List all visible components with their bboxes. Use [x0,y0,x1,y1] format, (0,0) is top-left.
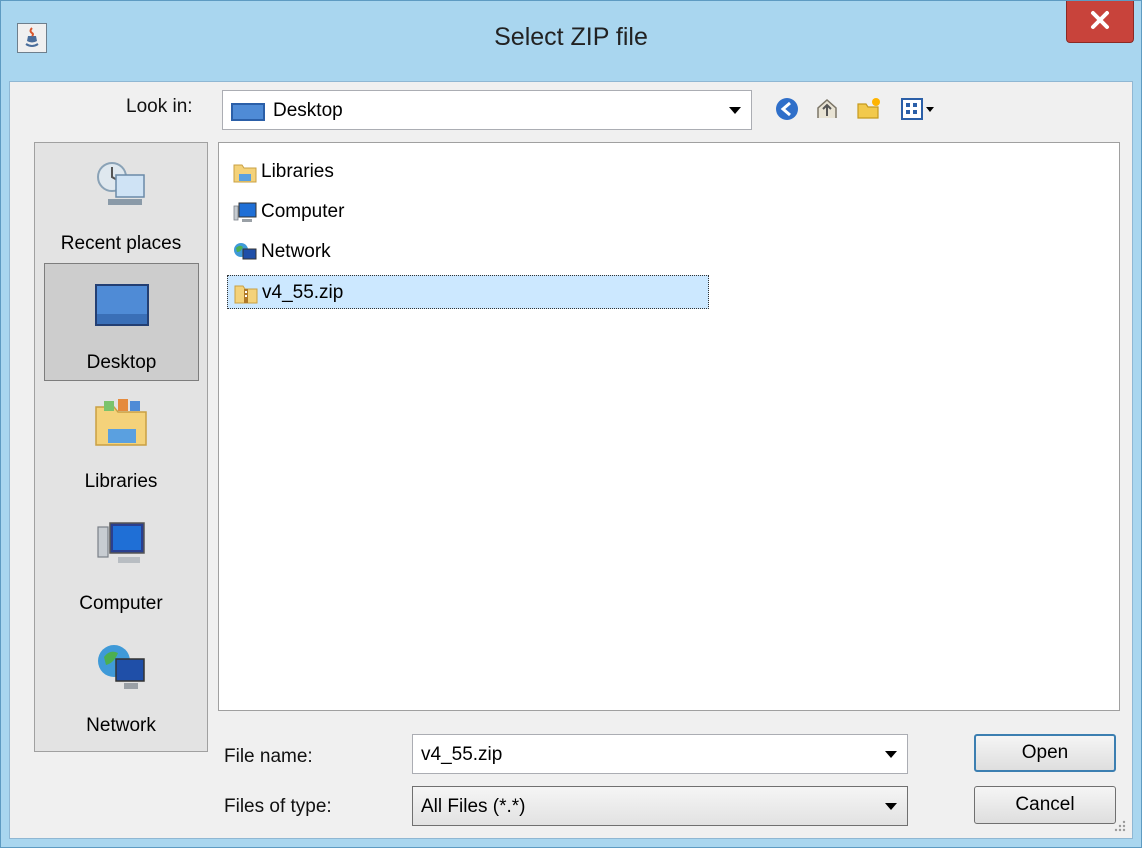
file-name-value: v4_55.zip [421,744,503,765]
file-type-value: All Files (*.*) [421,796,526,817]
resize-grip-icon[interactable] [1112,818,1126,832]
look-in-combo[interactable]: Desktop [222,90,752,130]
close-button[interactable] [1066,1,1134,43]
file-name-input[interactable]: v4_55.zip [412,734,908,774]
computer-icon [97,522,145,563]
file-type-select[interactable]: All Files (*.*) [412,786,908,826]
file-list[interactable]: Libraries Computer Network v4_55.zip [218,142,1120,711]
place-label: Network [86,715,156,736]
network-icon [234,243,257,260]
window-title: Select ZIP file [494,23,648,51]
desktop-icon [94,284,149,326]
place-label: Recent places [60,233,182,254]
places-bar: Recent places Desktop Libraries Computer… [34,142,208,752]
file-label: Network [261,241,331,262]
computer-icon [233,202,257,222]
chevron-down-icon[interactable] [885,803,897,810]
look-in-value: Desktop [273,100,343,121]
up-folder-icon[interactable] [814,96,840,122]
file-item-zip[interactable]: v4_55.zip [227,275,709,309]
file-label: Computer [261,201,345,222]
file-type-label: Files of type: [224,796,332,817]
network-icon [98,645,145,689]
desktop-icon [231,103,265,121]
file-label: v4_55.zip [262,282,344,303]
place-recent-places[interactable]: Recent places [35,143,207,261]
place-label: Computer [79,593,163,614]
place-desktop[interactable]: Desktop [44,263,199,381]
view-menu-icon[interactable] [900,96,936,122]
recent-places-icon [97,162,145,205]
chevron-down-icon[interactable] [729,107,741,114]
dialog-client: Look in: Desktop Recent places Desktop L… [9,81,1133,839]
place-label: Desktop [86,352,157,373]
new-folder-icon[interactable] [856,96,882,122]
place-computer[interactable]: Computer [35,503,207,621]
title-bar[interactable]: Select ZIP file [1,1,1141,81]
zip-file-icon [234,285,258,304]
look-in-label: Look in: [126,96,193,117]
close-icon [1091,11,1109,29]
place-libraries[interactable]: Libraries [35,381,207,499]
back-icon[interactable] [774,96,800,122]
file-label: Libraries [261,161,334,182]
place-label: Libraries [84,471,158,492]
libraries-folder-icon [233,164,257,183]
open-button[interactable]: Open [974,734,1116,772]
place-network[interactable]: Network [35,625,207,743]
file-name-label: File name: [224,746,313,767]
dialog-window: Select ZIP file Look in: Desktop Recent … [0,0,1142,848]
libraries-icon [95,399,147,446]
cancel-button[interactable]: Cancel [974,786,1116,824]
chevron-down-icon[interactable] [885,751,897,758]
